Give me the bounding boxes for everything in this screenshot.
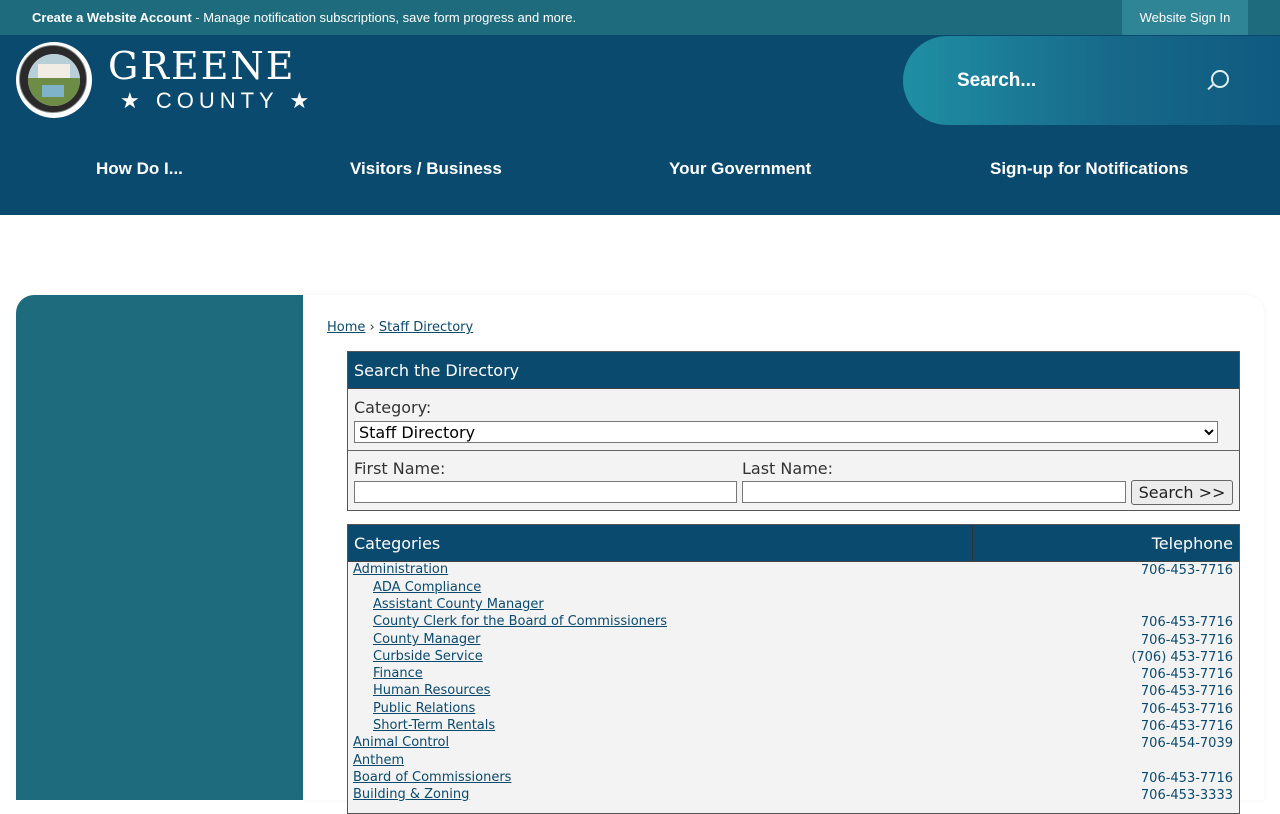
nav-how-do-i[interactable]: How Do I... <box>96 159 183 179</box>
telephone-value: (706) 453-7716 <box>1131 650 1233 665</box>
category-link[interactable]: County Clerk for the Board of Commission… <box>373 614 667 629</box>
table-row: Human Resources 706-453-7716 <box>348 683 1239 700</box>
search-input[interactable]: Search... <box>957 70 1036 92</box>
table-row: Board of Commissioners 706-453-7716 <box>348 770 1239 787</box>
breadcrumb-current[interactable]: Staff Directory <box>379 320 473 335</box>
category-link[interactable]: Short-Term Rentals <box>373 718 495 733</box>
site-logo-text[interactable]: GREENE ★ COUNTY ★ <box>108 44 314 114</box>
table-header: Categories Telephone <box>348 525 1239 562</box>
categories-header: Categories <box>354 534 441 553</box>
telephone-header: Telephone <box>1151 534 1233 553</box>
category-link[interactable]: Animal Control <box>353 735 449 750</box>
search-icon[interactable] <box>1211 70 1229 88</box>
table-row: Assistant County Manager <box>348 597 1239 614</box>
category-link[interactable]: Assistant County Manager <box>373 597 544 612</box>
search-panel-title: Search the Directory <box>348 352 1239 389</box>
table-row: Short-Term Rentals 706-453-7716 <box>348 718 1239 735</box>
category-link[interactable]: Administration <box>353 562 448 577</box>
logo-name: GREENE <box>108 44 296 88</box>
telephone-value: 706-453-7716 <box>1140 667 1233 682</box>
table-row: Finance 706-453-7716 <box>348 666 1239 683</box>
side-column <box>16 295 303 800</box>
last-name-field[interactable] <box>742 481 1126 503</box>
telephone-value: 706-453-7716 <box>1140 633 1233 648</box>
category-link[interactable]: Public Relations <box>373 701 475 716</box>
directory-table: Categories Telephone Administration 706-4… <box>347 524 1240 814</box>
first-name-field[interactable] <box>354 481 737 503</box>
table-row: Public Relations 706-453-7716 <box>348 701 1239 718</box>
sign-in-button[interactable]: Website Sign In <box>1122 0 1248 35</box>
nav-sign-up-notifications[interactable]: Sign-up for Notifications <box>990 159 1188 179</box>
table-row: County Clerk for the Board of Commission… <box>348 614 1239 631</box>
telephone-value: 706-453-7716 <box>1140 684 1233 699</box>
category-link[interactable]: Board of Commissioners <box>353 770 511 785</box>
logo-subtitle: ★ COUNTY ★ <box>120 88 315 113</box>
create-account-link[interactable]: Create a Website Account <box>32 10 192 25</box>
telephone-value: 706-453-7716 <box>1140 702 1233 717</box>
table-row: Animal Control 706-454-7039 <box>348 735 1239 752</box>
last-name-label: Last Name: <box>742 459 834 478</box>
breadcrumb-home[interactable]: Home <box>327 320 365 335</box>
table-row: Building & Zoning 706-453-3333 <box>348 787 1239 804</box>
category-link[interactable]: Human Resources <box>373 683 490 698</box>
category-select[interactable]: Staff Directory <box>354 421 1218 443</box>
table-row: ADA Compliance <box>348 580 1239 597</box>
category-link[interactable]: Anthem <box>353 753 404 768</box>
search-button[interactable]: Search >> <box>1131 480 1233 505</box>
table-row: County Manager 706-453-7716 <box>348 632 1239 649</box>
account-message: Create a Website Account - Manage notifi… <box>32 10 576 25</box>
telephone-value: 706-453-7716 <box>1140 771 1233 786</box>
telephone-value: 706-453-7716 <box>1140 563 1233 578</box>
utility-bar: Create a Website Account - Manage notifi… <box>0 0 1280 35</box>
nav-visitors-business[interactable]: Visitors / Business <box>350 159 502 179</box>
first-name-label: First Name: <box>354 459 446 478</box>
category-link[interactable]: Finance <box>373 666 423 681</box>
breadcrumb: Home › Staff Directory <box>327 320 474 335</box>
county-seal-logo[interactable] <box>16 42 92 118</box>
category-link[interactable]: County Manager <box>373 632 480 647</box>
telephone-value: 706-454-7039 <box>1140 736 1233 751</box>
telephone-value: 706-453-7716 <box>1140 615 1233 630</box>
table-row: Curbside Service (706) 453-7716 <box>348 649 1239 666</box>
site-search[interactable]: Search... <box>903 36 1280 125</box>
site-header: GREENE ★ COUNTY ★ Search... How Do I... … <box>0 35 1280 215</box>
directory-search-form: Search the Directory Category: Staff Dir… <box>347 351 1240 511</box>
table-row: Administration 706-453-7716 <box>348 562 1239 579</box>
telephone-value: 706-453-3333 <box>1140 788 1233 803</box>
account-message-text: - Manage notification subscriptions, sav… <box>191 10 577 25</box>
category-label: Category: <box>354 398 432 417</box>
table-row: Anthem <box>348 753 1239 770</box>
category-link[interactable]: Curbside Service <box>373 649 483 664</box>
nav-your-government[interactable]: Your Government <box>669 159 811 179</box>
telephone-value: 706-453-7716 <box>1140 719 1233 734</box>
category-link[interactable]: ADA Compliance <box>373 580 481 595</box>
